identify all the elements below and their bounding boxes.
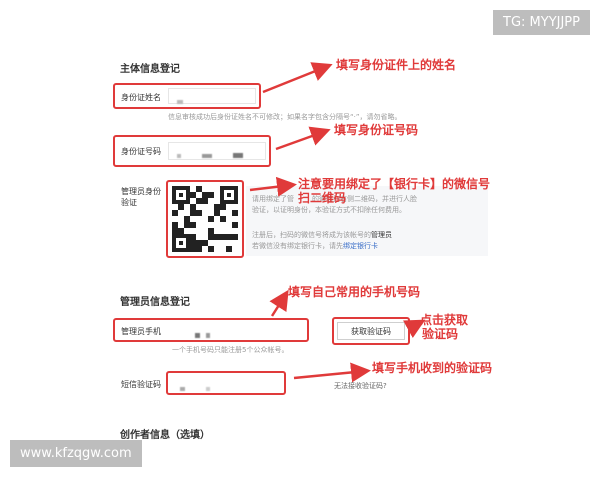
- annotation-arrows: [249, 62, 426, 383]
- arrow-phone: [269, 289, 289, 317]
- arrow-sms: [293, 362, 371, 383]
- arrow-qr: [249, 176, 297, 197]
- arrow-name: [262, 62, 333, 94]
- arrow-get-code: [403, 319, 426, 339]
- arrow-id: [275, 126, 331, 151]
